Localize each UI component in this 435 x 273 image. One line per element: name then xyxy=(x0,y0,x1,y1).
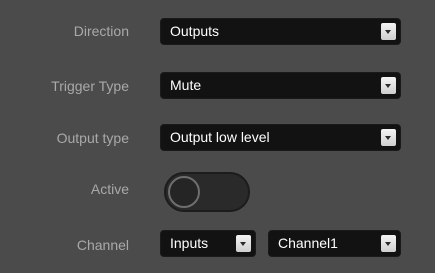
output-type-select[interactable]: Output low level xyxy=(160,124,401,151)
direction-value: Outputs xyxy=(170,23,220,39)
trigger-type-label: Trigger Type xyxy=(51,78,129,94)
trigger-type-value: Mute xyxy=(170,77,202,93)
chevron-down-icon[interactable] xyxy=(381,23,396,40)
chevron-down-icon[interactable] xyxy=(236,235,251,252)
chevron-down-icon[interactable] xyxy=(381,77,396,94)
active-toggle[interactable] xyxy=(164,172,250,212)
channel-value: Channel1 xyxy=(278,235,338,251)
output-type-label: Output type xyxy=(56,130,129,146)
chevron-down-icon[interactable] xyxy=(381,129,396,146)
channel-select[interactable]: Channel1 xyxy=(268,230,401,257)
channel-label: Channel xyxy=(76,237,129,253)
direction-select[interactable]: Outputs xyxy=(160,18,401,45)
toggle-knob[interactable] xyxy=(168,176,200,208)
active-label: Active xyxy=(90,181,129,197)
channel-source-select[interactable]: Inputs xyxy=(160,230,256,257)
direction-label: Direction xyxy=(73,23,129,39)
chevron-down-icon[interactable] xyxy=(381,235,396,252)
channel-source-value: Inputs xyxy=(170,235,209,251)
output-type-value: Output low level xyxy=(170,129,270,145)
settings-panel: Direction Outputs Trigger Type Mute Outp… xyxy=(0,0,435,273)
trigger-type-select[interactable]: Mute xyxy=(160,72,401,99)
